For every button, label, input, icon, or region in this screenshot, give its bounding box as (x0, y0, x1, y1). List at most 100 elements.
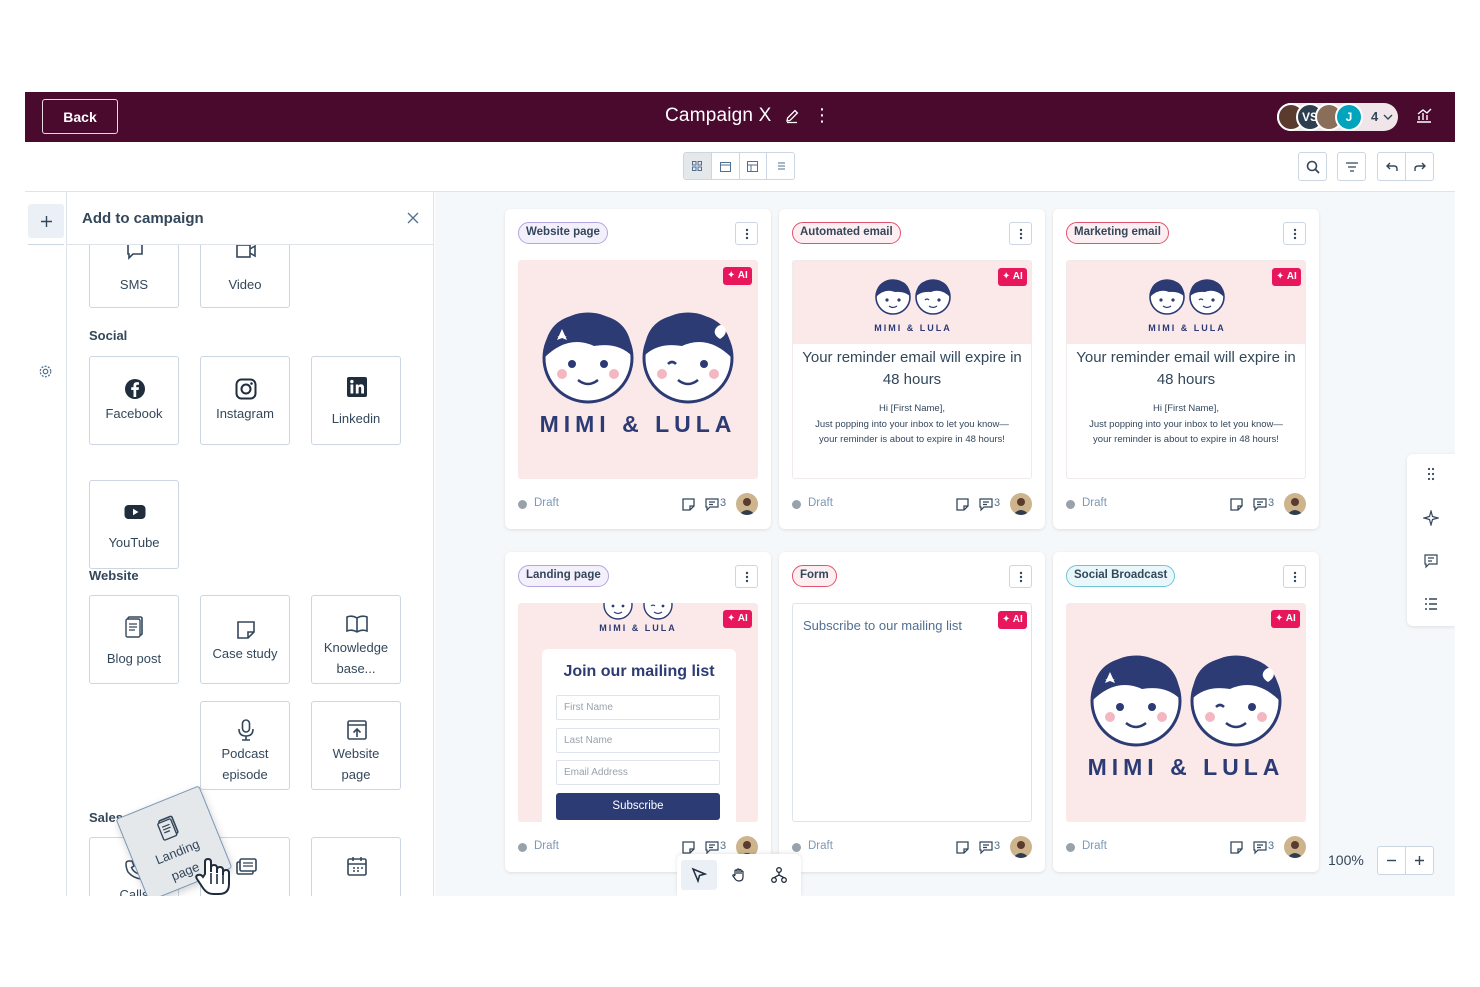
tile-podcast-episode[interactable]: Podcast episode (200, 701, 290, 790)
undo-button[interactable] (1377, 152, 1406, 181)
comment-icon[interactable] (704, 840, 720, 855)
pencil-icon[interactable] (785, 108, 799, 124)
search-button[interactable] (1298, 152, 1327, 181)
asset-card-form[interactable]: Form ✦ AI Subscribe to our mailing list … (779, 552, 1045, 872)
comment-count: 3 (1268, 497, 1275, 509)
comment-icon[interactable] (1252, 497, 1268, 512)
youtube-icon (124, 505, 146, 519)
asset-card-website-page[interactable]: Website page ✦ AI MIMI & LULA Draft 3 (505, 209, 771, 529)
email-body: Hi [First Name], Just popping into your … (1081, 401, 1291, 448)
ai-badge-text: AI (1012, 271, 1023, 282)
note-icon[interactable] (1229, 497, 1244, 512)
comment-icon[interactable] (704, 497, 720, 512)
card-more-button[interactable] (735, 565, 758, 588)
email-body: Hi [First Name], Just popping into your … (807, 401, 1017, 448)
mimi-lula-logo: MIMI & LULA (874, 279, 951, 333)
ai-badge: ✦ AI (723, 267, 752, 285)
ai-sparkle-icon[interactable] (1423, 510, 1439, 526)
comment-icon[interactable] (978, 497, 994, 512)
hand-cursor-icon (195, 857, 230, 895)
knowledge-base-icon (346, 615, 368, 633)
asset-type-badge: Social Broadcast (1066, 565, 1176, 587)
connect-tool-button[interactable] (761, 860, 797, 890)
comment-count: 3 (720, 840, 727, 852)
tile-website-page[interactable]: Website page (311, 701, 401, 790)
email-header-image: MIMI & LULA (793, 261, 1031, 344)
collaborators-button[interactable]: VS J 4 (1277, 103, 1398, 131)
note-icon[interactable] (681, 497, 696, 512)
close-icon[interactable] (407, 212, 419, 224)
tile-youtube[interactable]: YouTube (89, 480, 179, 569)
mimi-lula-logo: MIMI & LULA (599, 603, 675, 633)
tile-case-study[interactable]: Case study (200, 595, 290, 684)
owner-avatar (736, 493, 758, 515)
list-view-button[interactable] (767, 153, 794, 179)
comment-count: 3 (1268, 840, 1275, 852)
list-icon (777, 162, 785, 170)
note-icon[interactable] (955, 497, 970, 512)
ai-badge: ✦ AI (998, 268, 1027, 286)
tile-label: YouTube (108, 535, 160, 550)
instagram-icon (235, 378, 257, 400)
asset-card-landing-page[interactable]: Landing page MIMI & LULA ✦ AI Join our m… (505, 552, 771, 872)
note-icon[interactable] (955, 840, 970, 855)
rail-divider (28, 244, 64, 245)
board-view-button[interactable] (739, 153, 768, 179)
zoom-out-button[interactable] (1378, 847, 1406, 874)
tile-linkedin[interactable]: Linkedin (311, 356, 401, 445)
search-icon (1306, 160, 1320, 174)
grid-view-button[interactable] (684, 153, 712, 179)
form-heading: Subscribe to our mailing list (803, 618, 962, 633)
card-footer: Draft 3 (1066, 493, 1306, 517)
tile-meetings[interactable] (311, 837, 401, 896)
calendar-view-button[interactable] (711, 153, 740, 179)
zoom-in-button[interactable] (1406, 847, 1433, 874)
meetings-icon (347, 857, 367, 876)
card-more-button[interactable] (1009, 222, 1032, 245)
drag-handle-icon[interactable] (1423, 466, 1439, 482)
owner-avatar (1010, 493, 1032, 515)
card-more-button[interactable] (735, 222, 758, 245)
card-more-button[interactable] (1283, 222, 1306, 245)
tile-facebook[interactable]: Facebook (89, 356, 179, 445)
sequence-icon (236, 858, 257, 875)
email-body-text: Just popping into your inbox to let you … (1089, 418, 1283, 446)
view-toggle (683, 152, 795, 180)
note-icon[interactable] (1229, 840, 1244, 855)
comments-icon[interactable] (1423, 553, 1439, 569)
checklist-icon[interactable] (1423, 596, 1439, 612)
asset-card-social-broadcast[interactable]: Social Broadcast ✦ AI MIMI & LULA Draft … (1053, 552, 1319, 872)
pan-tool-button[interactable] (721, 860, 757, 890)
comment-icon[interactable] (1252, 840, 1268, 855)
last-name-field: Last Name (556, 728, 720, 753)
asset-type-badge: Automated email (792, 222, 901, 244)
performance-icon[interactable] (1415, 107, 1433, 125)
card-more-button[interactable] (1009, 565, 1032, 588)
card-more-button[interactable] (1283, 565, 1306, 588)
tile-blog-post[interactable]: Blog post (89, 595, 179, 684)
comment-count: 3 (720, 497, 727, 509)
right-floating-toolbar (1407, 454, 1455, 626)
ai-badge-text: AI (737, 613, 748, 624)
asset-card-automated-email[interactable]: Automated email MIMI & LULA ✦ AI Your re… (779, 209, 1045, 529)
filter-button[interactable] (1337, 152, 1366, 181)
back-button[interactable]: Back (42, 99, 118, 134)
asset-card-marketing-email[interactable]: Marketing email MIMI & LULA ✦ AI Your re… (1053, 209, 1319, 529)
select-tool-button[interactable] (681, 860, 717, 890)
card-footer: Draft 3 (792, 836, 1032, 860)
tile-label: Facebook (105, 406, 163, 421)
ai-badge-text: AI (1285, 613, 1296, 624)
collaborator-count: 4 (1371, 109, 1379, 124)
section-social: Social (89, 328, 128, 343)
tile-knowledge-base[interactable]: Knowledge base... (311, 595, 401, 684)
gear-icon[interactable] (38, 364, 53, 379)
note-icon[interactable] (681, 840, 696, 855)
redo-button[interactable] (1405, 152, 1434, 181)
comment-icon[interactable] (978, 840, 994, 855)
filter-icon (1345, 161, 1358, 172)
more-options-icon[interactable]: ⋮ (813, 106, 831, 126)
tile-instagram[interactable]: Instagram (200, 356, 290, 445)
add-button[interactable] (28, 204, 64, 238)
status-dot (792, 843, 801, 852)
status-dot (1066, 500, 1075, 509)
